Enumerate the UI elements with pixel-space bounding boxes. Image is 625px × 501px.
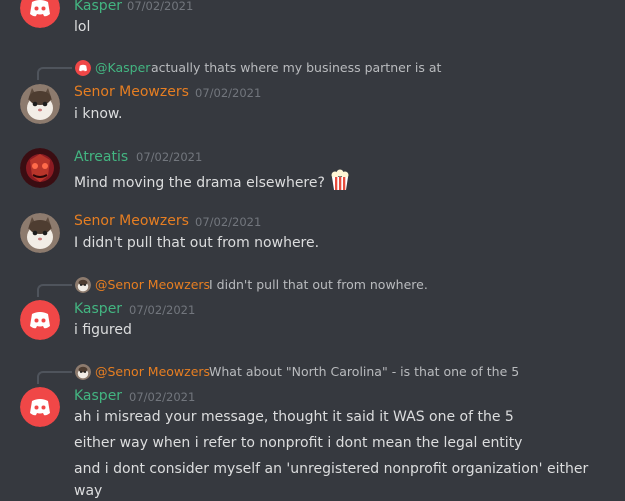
avatar[interactable]	[20, 0, 60, 28]
message-timestamp: 07/02/2021	[127, 0, 194, 13]
message-text: lol	[74, 19, 91, 35]
discord-logo-icon	[20, 0, 60, 28]
message-text: and i dont consider myself an 'unregiste…	[74, 461, 589, 477]
message-text: Mind moving the drama elsewhere?	[74, 169, 351, 197]
author-name[interactable]: Senor Meowzers	[74, 83, 189, 101]
reply-mention[interactable]: @Senor Meowzers	[95, 364, 210, 380]
avatar[interactable]	[20, 300, 60, 340]
reply-mention[interactable]: @Senor Meowzers	[95, 277, 210, 293]
discord-logo-icon	[20, 300, 60, 340]
reply-spine	[37, 284, 72, 297]
author-name[interactable]: Atreatis	[74, 148, 128, 166]
author-name[interactable]: Kasper	[74, 300, 122, 318]
cat-avatar-icon	[75, 277, 91, 293]
author-name[interactable]: Senor Meowzers	[74, 212, 189, 230]
red-graphic-avatar-icon	[20, 148, 60, 188]
cat-avatar-icon	[20, 213, 60, 253]
chat-messages: Kasper 07/02/2021 lol @Kasper actually t…	[0, 0, 625, 499]
message-text: I didn't pull that out from nowhere.	[74, 235, 320, 251]
message-text: i figured	[74, 322, 132, 338]
message-text: i know.	[74, 106, 123, 122]
avatar[interactable]	[20, 84, 60, 124]
message-text: ah i misread your message, thought it sa…	[74, 409, 514, 425]
message-timestamp: 07/02/2021	[129, 390, 196, 404]
reply-mention[interactable]: @Kasper	[95, 60, 150, 76]
avatar[interactable]	[20, 213, 60, 253]
message-timestamp: 07/02/2021	[129, 303, 196, 317]
reply-preview-text[interactable]: I didn't pull that out from nowhere.	[209, 277, 428, 293]
cat-avatar-icon	[20, 84, 60, 124]
reply-avatar	[75, 60, 91, 76]
message-timestamp: 07/02/2021	[195, 215, 262, 229]
message-text: way	[74, 483, 103, 499]
avatar[interactable]	[20, 387, 60, 427]
popcorn-emoji-icon	[329, 169, 351, 197]
message-timestamp: 07/02/2021	[136, 150, 203, 164]
author-name[interactable]: Kasper	[74, 0, 122, 15]
reply-spine	[37, 371, 72, 384]
message-timestamp: 07/02/2021	[195, 86, 262, 100]
reply-preview-text[interactable]: actually thats where my business partner…	[151, 60, 441, 76]
discord-logo-icon	[75, 60, 91, 76]
message-text: either way when i refer to nonprofit i d…	[74, 435, 523, 451]
message-text-content: Mind moving the drama elsewhere?	[74, 175, 330, 191]
discord-logo-icon	[20, 387, 60, 427]
reply-preview-text[interactable]: What about "North Carolina" - is that on…	[209, 364, 519, 380]
reply-spine	[37, 67, 72, 80]
reply-avatar	[75, 277, 91, 293]
cat-avatar-icon	[75, 364, 91, 380]
reply-avatar	[75, 364, 91, 380]
author-name[interactable]: Kasper	[74, 387, 122, 405]
avatar[interactable]	[20, 148, 60, 188]
